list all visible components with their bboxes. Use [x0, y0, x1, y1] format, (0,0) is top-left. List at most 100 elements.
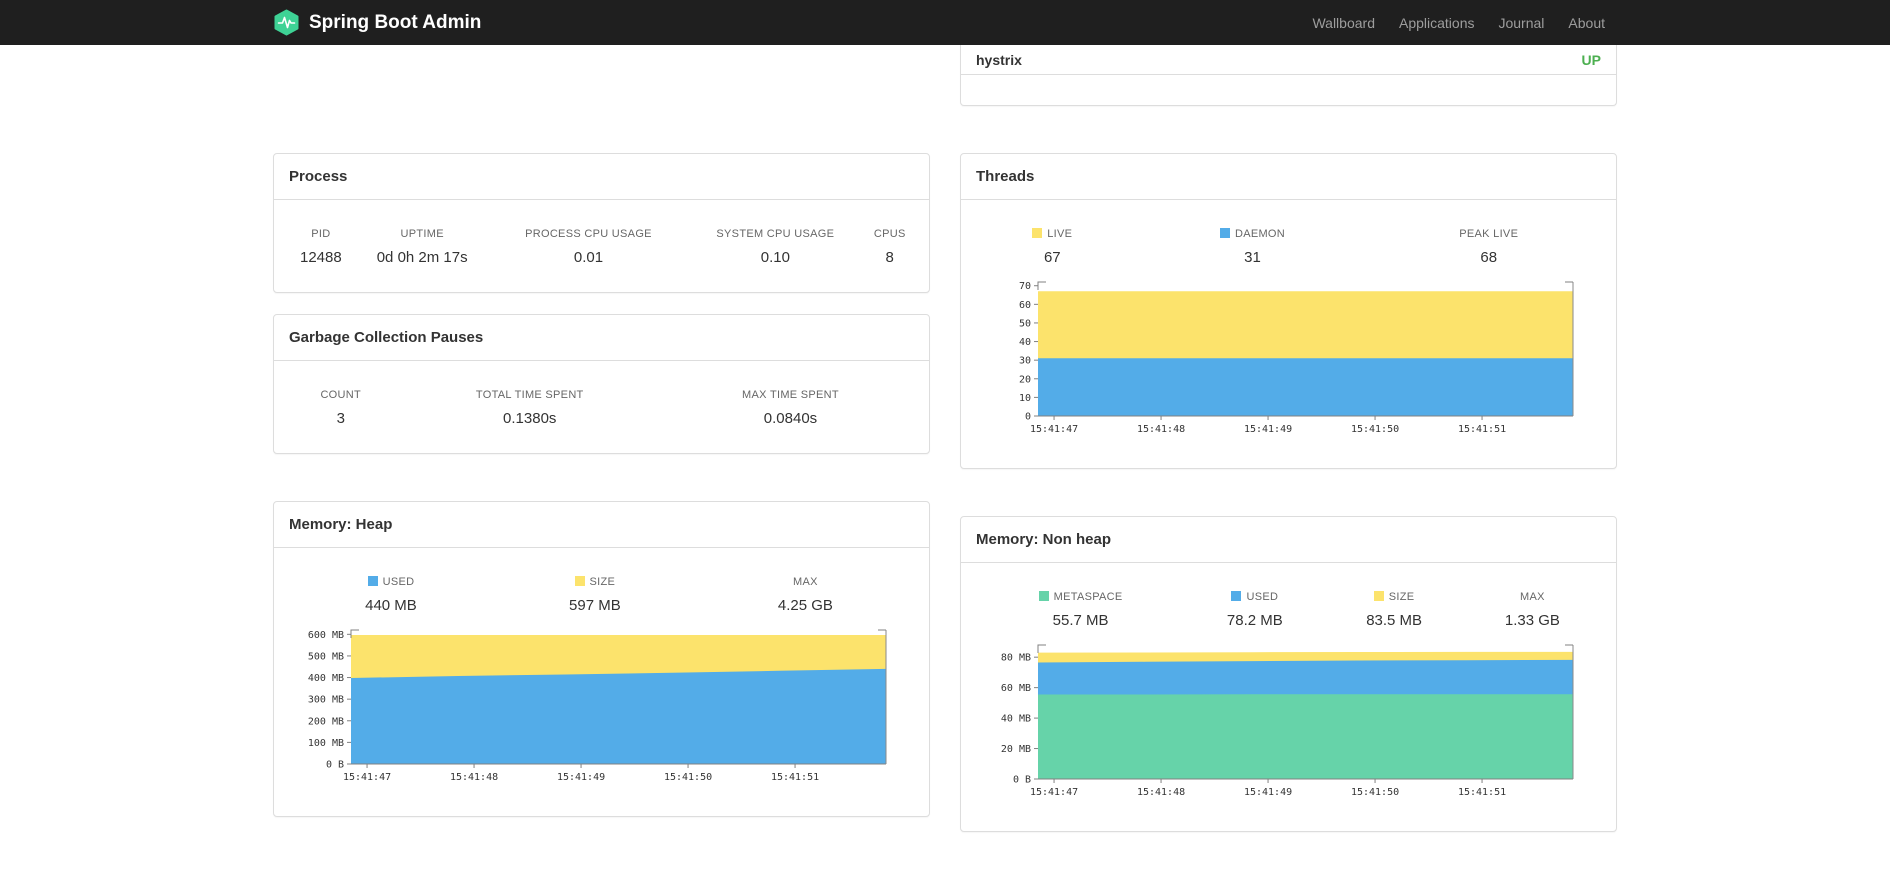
svg-text:15:41:50: 15:41:50 [1351, 787, 1399, 798]
svg-text:600 MB: 600 MB [308, 630, 344, 641]
threads-panel-title: Threads [961, 154, 1616, 200]
svg-text:200 MB: 200 MB [308, 716, 344, 727]
svg-text:15:41:51: 15:41:51 [1458, 424, 1506, 435]
status-badge: UP [1581, 51, 1601, 68]
threads-panel: Threads LIVE DAEMON PEAK LIVE 67 31 68 1… [960, 153, 1617, 469]
legend-swatch-size [574, 576, 585, 586]
legend-swatch-live [1032, 228, 1043, 238]
legend-value-max: 4.25 GB [777, 597, 833, 614]
svg-text:15:41:51: 15:41:51 [1458, 787, 1506, 798]
svg-text:60 MB: 60 MB [1001, 683, 1031, 694]
svg-text:500 MB: 500 MB [308, 651, 344, 662]
legend-label: USED [289, 576, 493, 597]
nav-item-wallboard[interactable]: Wallboard [1300, 15, 1387, 31]
memory-nonheap-chart: 15:41:47 15:41:48 15:41:49 15:41:50 15:41:51… [1001, 644, 1574, 798]
svg-text:60: 60 [1019, 300, 1031, 311]
legend-value-max: 1.33 GB [1504, 612, 1560, 629]
metric-header: SYSTEM CPU USAGE [716, 228, 835, 240]
legend-value-used: 440 MB [365, 597, 417, 614]
legend-value-daemon: 31 [1244, 249, 1261, 266]
brand-link[interactable]: Spring Boot Admin [273, 9, 481, 36]
legend-value-peak: 68 [1480, 249, 1498, 266]
legend-label: MAX [1520, 591, 1545, 603]
metric-header: MAX TIME SPENT [742, 389, 839, 401]
spring-boot-admin-logo-icon [273, 9, 300, 36]
svg-text:10: 10 [1019, 393, 1031, 404]
legend-label: METASPACE [976, 591, 1185, 612]
metric-header: UPTIME [400, 228, 444, 240]
legend-label: PEAK LIVE [1459, 228, 1519, 240]
metric-value-gc-count: 3 [336, 410, 345, 427]
legend-swatch-metaspace [1038, 591, 1049, 601]
svg-text:15:41:48: 15:41:48 [1137, 424, 1185, 435]
legend-swatch-size [1373, 591, 1384, 601]
legend-swatch-used [1231, 591, 1242, 601]
legend-value-metaspace: 55.7 MB [1052, 612, 1109, 629]
metric-value-gc-max: 0.0840s [763, 410, 818, 427]
svg-text:0 B: 0 B [1013, 775, 1031, 786]
metric-header: PROCESS CPU USAGE [525, 228, 652, 240]
gc-panel-title: Garbage Collection Pauses [274, 315, 929, 361]
metric-value-uptime: 0d 0h 2m 17s [376, 249, 468, 266]
memory-heap-panel: Memory: Heap USED SIZE MAX 440 MB 597 MB… [273, 501, 930, 817]
legend-value-size: 597 MB [569, 597, 621, 614]
svg-text:30: 30 [1019, 356, 1031, 367]
application-row: hystrix UP [961, 45, 1616, 75]
svg-text:15:41:50: 15:41:50 [1351, 424, 1399, 435]
svg-text:15:41:47: 15:41:47 [343, 772, 391, 783]
legend-value-size: 83.5 MB [1366, 612, 1423, 629]
metric-header: CPUS [873, 228, 906, 240]
left-column: Process PID UPTIME PROCESS CPU USAGE SYS… [258, 45, 945, 879]
legend-swatch-used [367, 576, 378, 586]
metric-value-process-cpu: 0.01 [573, 249, 604, 266]
metric-header: COUNT [320, 389, 362, 401]
svg-text:20 MB: 20 MB [1001, 744, 1031, 755]
svg-text:100 MB: 100 MB [308, 738, 344, 749]
svg-text:15:41:47: 15:41:47 [1030, 787, 1078, 798]
legend-label: DAEMON [1129, 228, 1377, 249]
legend-label: LIVE [976, 228, 1129, 249]
nav-item-journal[interactable]: Journal [1486, 15, 1556, 31]
metric-header: TOTAL TIME SPENT [475, 389, 584, 401]
right-column: hystrix UP Threads LIVE DAEMON PEAK LIVE [945, 45, 1632, 879]
application-name-link[interactable]: hystrix [976, 52, 1022, 68]
svg-text:15:41:50: 15:41:50 [664, 772, 712, 783]
navbar: Spring Boot Admin Wallboard Applications… [0, 0, 1890, 45]
memory-nonheap-panel-title: Memory: Non heap [961, 517, 1616, 563]
legend-label: MAX [793, 576, 818, 588]
threads-legend: LIVE DAEMON PEAK LIVE 67 31 68 [976, 228, 1601, 266]
main-content: Process PID UPTIME PROCESS CPU USAGE SYS… [258, 45, 1632, 879]
nav-item-about[interactable]: About [1556, 15, 1617, 31]
svg-text:15:41:51: 15:41:51 [771, 772, 819, 783]
metric-value-cpus: 8 [885, 249, 894, 266]
threads-chart: 15:41:47 15:41:48 15:41:49 15:41:50 15:41:51… [1019, 281, 1574, 435]
legend-value-live: 67 [1043, 249, 1061, 266]
svg-text:80 MB: 80 MB [1001, 653, 1031, 664]
process-metrics-table: PID UPTIME PROCESS CPU USAGE SYSTEM CPU … [289, 228, 914, 266]
svg-text:15:41:48: 15:41:48 [1137, 787, 1185, 798]
process-panel: Process PID UPTIME PROCESS CPU USAGE SYS… [273, 153, 930, 293]
legend-value-used: 78.2 MB [1226, 612, 1283, 629]
svg-text:0 B: 0 B [326, 760, 344, 771]
memory-heap-legend: USED SIZE MAX 440 MB 597 MB 4.25 GB [289, 576, 914, 614]
metric-header: PID [311, 228, 331, 240]
svg-text:15:41:47: 15:41:47 [1030, 424, 1078, 435]
brand-title: Spring Boot Admin [309, 11, 482, 33]
metric-value-pid: 12488 [300, 249, 342, 266]
nav-item-applications[interactable]: Applications [1387, 15, 1487, 31]
svg-text:400 MB: 400 MB [308, 673, 344, 684]
memory-heap-chart: 15:41:47 15:41:48 15:41:49 15:41:50 15:41:51… [308, 629, 887, 783]
legend-label: SIZE [1324, 591, 1463, 612]
memory-nonheap-panel: Memory: Non heap METASPACE USED SIZE MAX… [960, 516, 1617, 832]
svg-text:15:41:49: 15:41:49 [1244, 787, 1292, 798]
svg-text:15:41:49: 15:41:49 [557, 772, 605, 783]
gc-panel: Garbage Collection Pauses COUNT TOTAL TI… [273, 314, 930, 454]
svg-text:15:41:48: 15:41:48 [450, 772, 498, 783]
memory-heap-panel-title: Memory: Heap [274, 502, 929, 548]
legend-label: SIZE [493, 576, 697, 597]
svg-text:40 MB: 40 MB [1001, 714, 1031, 725]
svg-text:20: 20 [1019, 374, 1031, 385]
svg-text:50: 50 [1019, 318, 1031, 329]
svg-text:15:41:49: 15:41:49 [1244, 424, 1292, 435]
nav-links: Wallboard Applications Journal About [1300, 15, 1617, 31]
